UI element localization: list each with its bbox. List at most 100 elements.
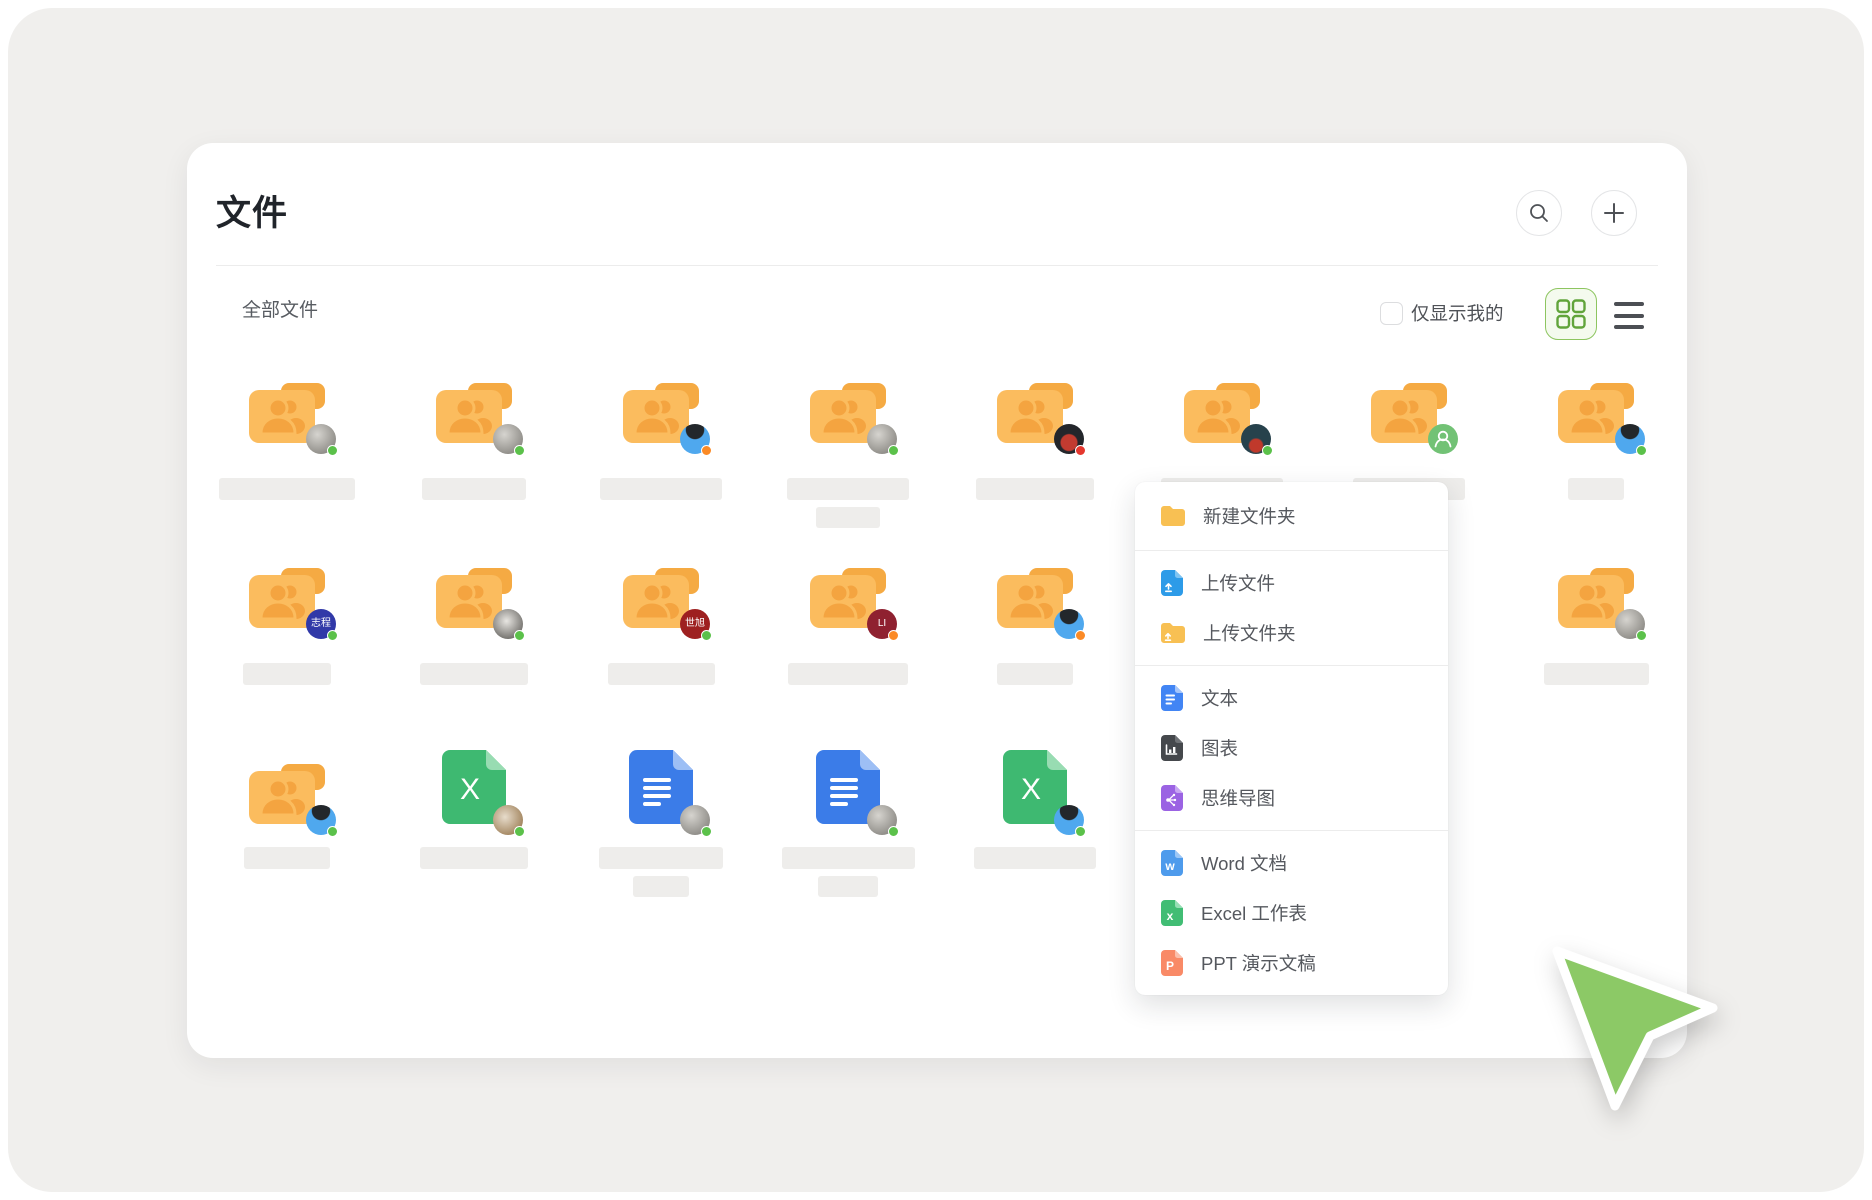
create-menu: 新建文件夹 上传文件 上传文件夹: [1135, 482, 1448, 995]
owner-avatar: [306, 424, 336, 454]
badge-text: 世旭: [685, 619, 705, 629]
filename-placeholder: [600, 478, 722, 500]
file-card[interactable]: 志程: [219, 568, 355, 685]
status-dot: [327, 630, 338, 641]
menu-item-text[interactable]: 文本: [1135, 673, 1448, 723]
tab-all-files[interactable]: 全部文件: [242, 295, 318, 322]
owner-avatar: [1615, 609, 1645, 639]
ppt-doc-icon: P: [1161, 950, 1183, 976]
file-card[interactable]: [967, 383, 1103, 500]
status-dot: [514, 826, 525, 837]
file-card[interactable]: [219, 750, 355, 869]
owner-avatar: [493, 805, 523, 835]
owner-avatar: [680, 805, 710, 835]
status-dot: [1075, 630, 1086, 641]
filename-placeholder: [599, 847, 723, 869]
filename-placeholder-line2: [633, 876, 689, 897]
file-card[interactable]: LI: [780, 568, 916, 685]
file-card[interactable]: [406, 568, 542, 685]
grid-view-icon: [1556, 299, 1586, 329]
filename-placeholder: [420, 847, 528, 869]
file-card[interactable]: [1528, 568, 1664, 685]
only-mine-checkbox[interactable]: [1380, 302, 1403, 325]
owner-avatar: [1054, 424, 1084, 454]
file-card[interactable]: [967, 750, 1103, 869]
filename-placeholder-line2: [818, 876, 878, 897]
status-dot: [514, 630, 525, 641]
menu-item-chart[interactable]: 图表: [1135, 723, 1448, 773]
chart-doc-icon: [1161, 735, 1183, 761]
file-card[interactable]: [593, 750, 729, 897]
file-card[interactable]: [593, 383, 729, 500]
filename-placeholder-line2: [816, 507, 880, 528]
menu-item-upload-folder[interactable]: 上传文件夹: [1135, 608, 1448, 658]
initials-badge: 世旭: [680, 609, 710, 639]
owner-avatar: [1054, 609, 1084, 639]
filename-placeholder: [974, 847, 1096, 869]
word-doc-icon: w: [1161, 850, 1183, 876]
owner-avatar: [1054, 805, 1084, 835]
share-person-badge: [1428, 424, 1458, 454]
status-dot: [1262, 445, 1273, 456]
filename-placeholder: [997, 663, 1073, 685]
menu-item-excel[interactable]: x Excel 工作表: [1135, 888, 1448, 938]
file-card[interactable]: [967, 568, 1103, 685]
file-card[interactable]: [1528, 383, 1664, 500]
filename-placeholder: [787, 478, 909, 500]
text-doc-icon: [1161, 685, 1183, 711]
menu-item-mindmap[interactable]: 思维导图: [1135, 773, 1448, 823]
menu-item-new-folder[interactable]: 新建文件夹: [1135, 489, 1448, 543]
filename-placeholder: [219, 478, 355, 500]
filename-placeholder: [420, 663, 528, 685]
status-dot: [327, 826, 338, 837]
list-view-icon: [1614, 302, 1644, 306]
mindmap-doc-icon: [1161, 785, 1183, 811]
initials-badge: 志程: [306, 609, 336, 639]
add-button[interactable]: [1591, 190, 1637, 236]
folder-upload-icon: [1161, 623, 1185, 643]
owner-avatar: [1615, 424, 1645, 454]
menu-item-ppt[interactable]: P PPT 演示文稿: [1135, 938, 1448, 988]
filename-placeholder: [788, 663, 908, 685]
filename-placeholder: [608, 663, 715, 685]
badge-text: 志程: [311, 619, 331, 629]
filename-placeholder: [243, 663, 331, 685]
excel-sheet-icon: x: [1161, 900, 1183, 926]
svg-text:w: w: [1164, 859, 1175, 873]
grid-view-button[interactable]: [1545, 288, 1597, 340]
header-divider: [216, 265, 1658, 266]
owner-avatar: [493, 424, 523, 454]
owner-avatar: [1241, 424, 1271, 454]
files-window: 文件 全部文件 仅显示我的: [187, 143, 1687, 1058]
owner-avatar: [867, 424, 897, 454]
status-dot: [888, 445, 899, 456]
person-icon: [1428, 424, 1458, 454]
filename-placeholder: [1544, 663, 1649, 685]
badge-text: LI: [878, 619, 886, 629]
file-upload-icon: [1161, 570, 1183, 596]
file-card[interactable]: [780, 750, 916, 897]
file-card[interactable]: [780, 383, 916, 528]
owner-avatar: [680, 424, 710, 454]
owner-avatar: [493, 609, 523, 639]
filename-placeholder: [1568, 478, 1624, 500]
status-dot: [1075, 445, 1086, 456]
filename-placeholder: [976, 478, 1094, 500]
folder-icon: [1161, 506, 1185, 526]
file-card[interactable]: 世旭: [593, 568, 729, 685]
menu-item-word[interactable]: w Word 文档: [1135, 838, 1448, 888]
file-card[interactable]: [219, 383, 355, 500]
only-mine-toggle[interactable]: 仅显示我的: [1380, 300, 1504, 326]
search-button[interactable]: [1516, 190, 1562, 236]
list-view-button[interactable]: [1614, 302, 1644, 329]
filename-placeholder: [422, 478, 526, 500]
file-card[interactable]: [406, 383, 542, 500]
status-dot: [888, 630, 899, 641]
owner-avatar: [306, 805, 336, 835]
file-card[interactable]: [406, 750, 542, 869]
only-mine-label: 仅显示我的: [1411, 300, 1504, 326]
filename-placeholder: [244, 847, 330, 869]
status-dot: [888, 826, 899, 837]
menu-item-upload-file[interactable]: 上传文件: [1135, 558, 1448, 608]
svg-text:x: x: [1167, 909, 1174, 923]
